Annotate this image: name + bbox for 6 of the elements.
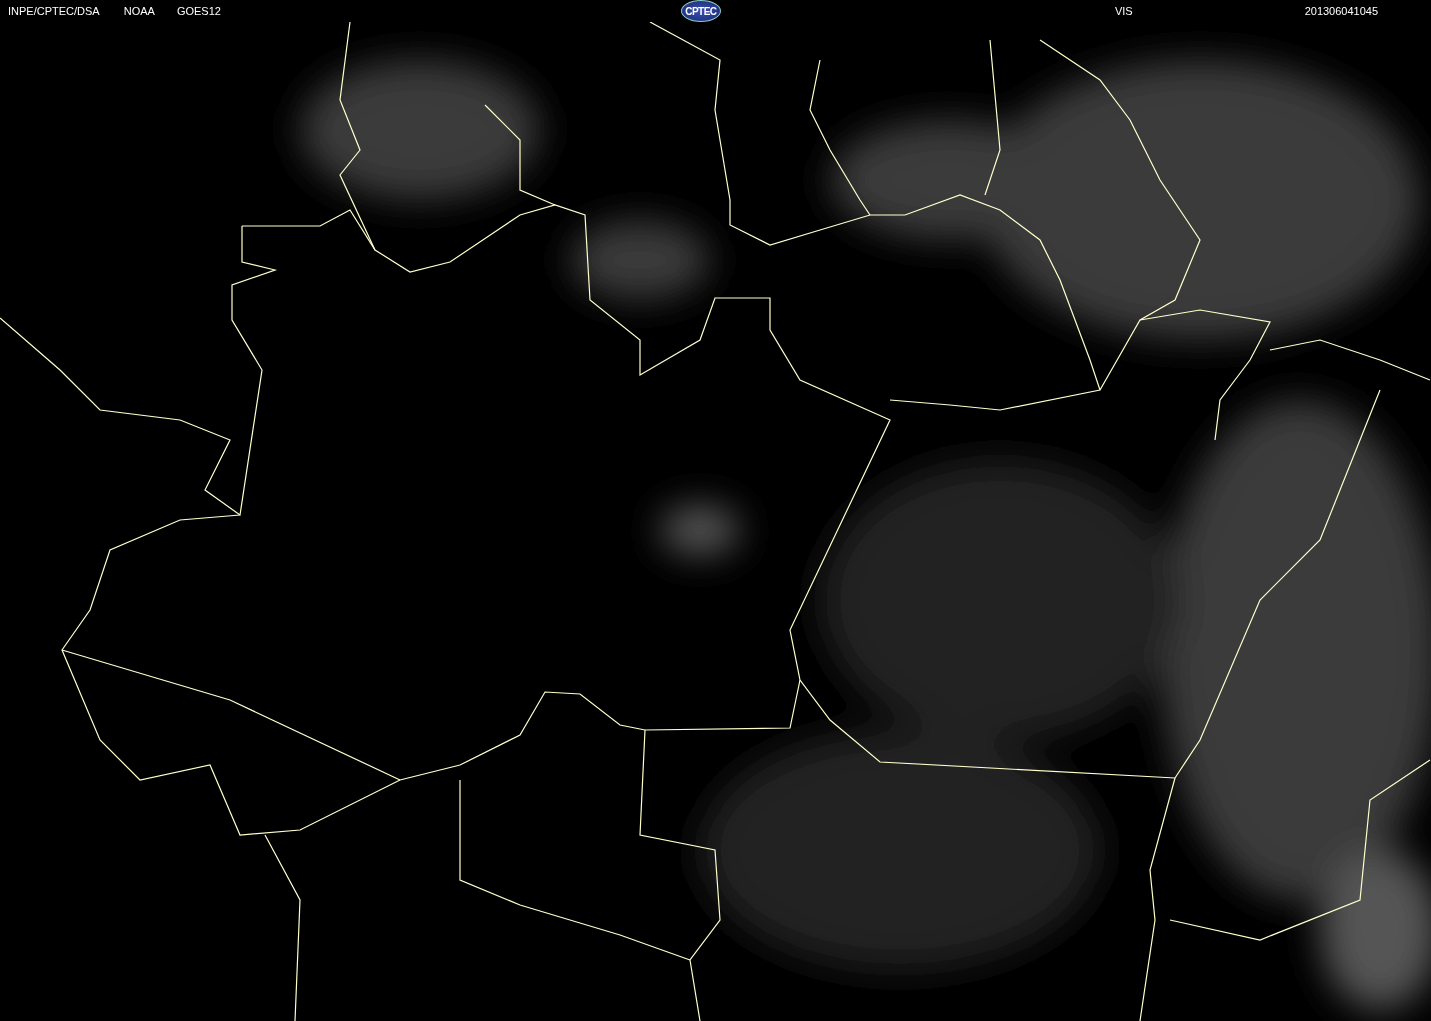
channel-label: VIS bbox=[1114, 5, 1133, 17]
cptec-logo: CPTEC bbox=[680, 0, 721, 22]
satellite-label: GOES12 bbox=[176, 5, 221, 17]
source-label: INPE/CPTEC/DSA bbox=[8, 5, 100, 17]
agency-label: NOAA bbox=[123, 5, 155, 17]
timestamp-label: 201306041045 bbox=[1304, 5, 1379, 17]
